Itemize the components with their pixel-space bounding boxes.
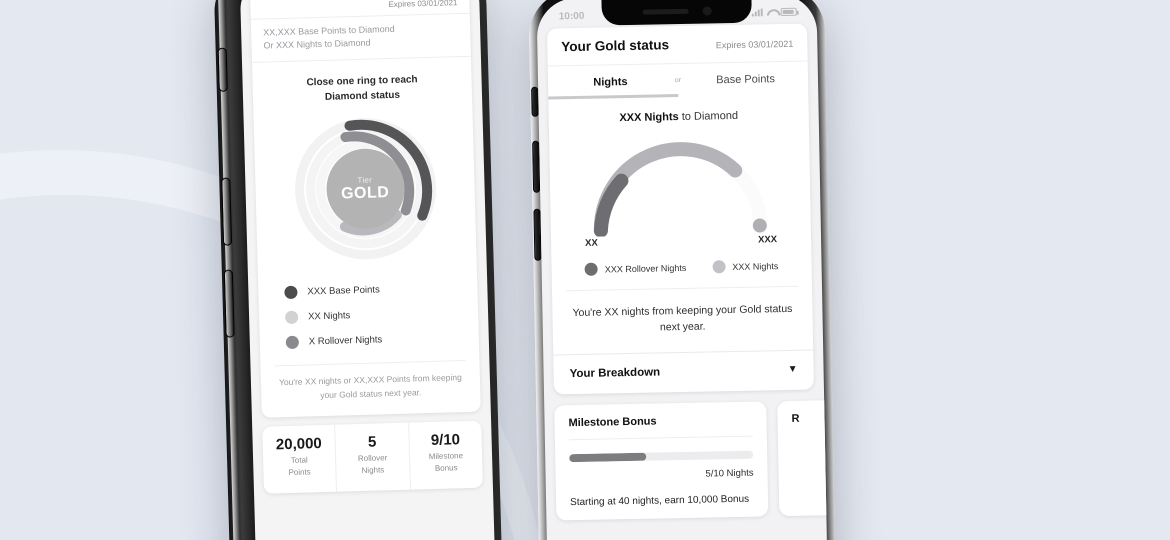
gauge-title-bold: XXX Nights	[619, 111, 679, 125]
your-breakdown-label: Your Breakdown	[569, 365, 661, 380]
right-legend-label-nights: XXX Nights	[732, 260, 779, 272]
status-bar-indicators	[751, 7, 797, 17]
right-legend-item-rollover-nights: XXX Rollover Nights	[584, 261, 687, 276]
tier-rings-chart: Tier GOLD	[288, 112, 442, 266]
next-milestone-card-partial[interactable]: R	[777, 399, 828, 516]
left-phone-screen: Your Gold status Expires 03/01/2021 XX,X…	[239, 0, 496, 540]
stat-total-points-label: Total Points	[265, 454, 334, 480]
stat-rollover-nights: 5 Rollover Nights	[335, 422, 411, 492]
front-camera-icon	[702, 5, 712, 16]
stat-milestone-bonus-label: Milestone Bonus	[412, 450, 481, 476]
gauge-max-label: XXX	[757, 234, 778, 246]
your-breakdown-row[interactable]: Your Breakdown ▼	[553, 349, 814, 395]
status-bar-time: 10:00	[558, 10, 585, 22]
stat-milestone-bonus-label-l2: Bonus	[434, 463, 458, 474]
stat-rollover-nights-label-l2: Nights	[361, 465, 385, 476]
left-status-card: Your Gold status Expires 03/01/2021 XX,X…	[249, 0, 481, 419]
stat-rollover-nights-label: Rollover Nights	[338, 452, 407, 478]
right-legend-label-rollover-nights: XXX Rollover Nights	[604, 262, 687, 274]
wifi-icon	[767, 8, 777, 16]
milestone-progress-count: 5/10 Nights	[705, 467, 754, 480]
chevron-down-icon[interactable]: ▼	[788, 364, 798, 375]
right-legend-item-nights: XXX Nights	[712, 259, 779, 274]
next-milestone-card-title: R	[791, 412, 800, 425]
right-status-card: Your Gold status Expires 03/01/2021 Nigh…	[546, 23, 814, 395]
volume-up-button[interactable]	[221, 177, 233, 246]
gauge-segment-rollover-nights	[593, 173, 629, 238]
gauge-title: XXX Nights to Diamond	[548, 95, 808, 128]
right-status-message: You're XX nights from keeping your Gold …	[566, 285, 800, 354]
stat-total-points: 20,000 Total Points	[262, 424, 338, 494]
silent-switch-button[interactable]	[217, 47, 228, 92]
nights-gauge-svg	[593, 142, 768, 238]
right-legend: XXX Rollover Nights XXX Nights	[551, 245, 812, 291]
right-legend-dot-nights	[712, 260, 726, 274]
tab-base-points[interactable]: Base Points	[683, 62, 809, 97]
right-card-header: Your Gold status Expires 03/01/2021	[547, 24, 808, 66]
milestone-cards-carousel[interactable]: Milestone Bonus 5/10 Nights Starting at …	[554, 399, 828, 520]
legend-label-base-points: XXX Base Points	[307, 284, 380, 298]
left-stats-row: 20,000 Total Points 5 Rollover Nights 9/…	[262, 420, 483, 494]
cellular-signal-icon	[751, 8, 763, 17]
right-legend-dot-rollover-nights	[584, 262, 598, 276]
right-phone-screen: 10:00 Your Gold status Expires 03/01/202…	[536, 0, 828, 540]
nights-gauge-chart	[581, 131, 779, 238]
stat-rollover-nights-value: 5	[367, 433, 377, 452]
stat-total-points-value: 20,000	[275, 435, 323, 454]
screenshot-stage: Your Gold status Expires 03/01/2021 XX,X…	[0, 0, 1170, 540]
earpiece-speaker-icon	[642, 8, 689, 15]
right-expires-label: Expires 03/01/2021	[715, 38, 794, 51]
milestone-bonus-title: Milestone Bonus	[568, 415, 657, 429]
tab-separator-or: or	[674, 76, 682, 85]
left-phone-device: Your Gold status Expires 03/01/2021 XX,X…	[213, 0, 503, 540]
left-progress-lines: XX,XXX Base Points to Diamond Or XXX Nig…	[251, 14, 471, 62]
tier-badge-label: Tier	[357, 175, 373, 185]
right-phone-device: 10:00 Your Gold status Expires 03/01/202…	[528, 0, 836, 540]
battery-icon	[780, 7, 797, 17]
device-notch	[601, 0, 752, 26]
right-page-title: Your Gold status	[561, 37, 670, 55]
metric-tabs: Nights or Base Points	[547, 60, 809, 100]
gauge-title-rest: to Diamond	[678, 109, 739, 124]
left-ring-instruction: Close one ring to reach Diamond status	[252, 57, 472, 113]
legend-item-rollover-nights: X Rollover Nights	[285, 325, 453, 355]
gauge-min-label: XX	[585, 237, 598, 249]
milestone-progress-bar	[569, 450, 754, 462]
legend-dot-nights	[284, 310, 299, 325]
stat-milestone-bonus: 9/10 Milestone Bonus	[409, 421, 483, 490]
left-phone-content: Your Gold status Expires 03/01/2021 XX,X…	[249, 0, 483, 494]
right-phone-content: Your Gold status Expires 03/01/2021 Nigh…	[546, 23, 828, 520]
stat-milestone-bonus-value: 9/10	[430, 431, 461, 450]
milestone-bonus-description: Starting at 40 nights, earn 10,000 Bonus	[569, 493, 750, 508]
stat-total-points-label-l2: Points	[288, 467, 311, 478]
gauge-track	[593, 142, 768, 238]
left-status-note: You're XX nights or XX,XXX Points from k…	[274, 360, 467, 418]
legend-label-nights: XX Nights	[307, 310, 351, 323]
milestone-bonus-card[interactable]: Milestone Bonus 5/10 Nights Starting at …	[554, 400, 769, 520]
volume-down-button[interactable]	[223, 269, 235, 338]
legend-dot-rollover-nights	[285, 335, 300, 350]
milestone-bonus-divider	[568, 435, 753, 440]
legend-label-rollover-nights: X Rollover Nights	[308, 334, 383, 348]
left-legend: XXX Base Points XX Nights X Rollover Nig…	[258, 271, 479, 366]
milestone-progress-fill	[569, 452, 647, 462]
tier-badge-value: GOLD	[340, 183, 390, 203]
legend-dot-base-points	[284, 285, 298, 300]
